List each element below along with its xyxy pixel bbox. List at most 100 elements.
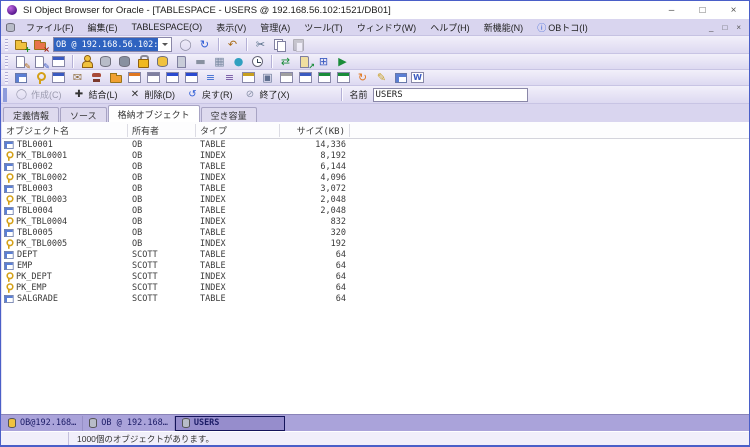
redo-log-icon[interactable]: ▬ xyxy=(192,54,209,69)
script-editor-icon[interactable]: ✎ xyxy=(31,54,48,69)
table-row[interactable]: PK_TBL0002OBINDEX4,096 xyxy=(2,172,749,183)
table-row[interactable]: EMPSCOTTTABLE64 xyxy=(2,260,749,271)
view-icon[interactable] xyxy=(50,70,67,85)
sql-loader-icon[interactable]: ⊞ xyxy=(315,54,332,69)
toolbar-grip[interactable] xyxy=(5,39,8,51)
user-icon[interactable] xyxy=(78,54,95,69)
import-icon[interactable]: ⇄ xyxy=(277,54,294,69)
table-row[interactable]: TBL0005OBTABLE320 xyxy=(2,227,749,238)
materialized-view-icon[interactable]: ≡ xyxy=(221,70,238,85)
taskbar-session-2[interactable]: OB @ 192.168… xyxy=(83,416,175,431)
cluster-icon[interactable] xyxy=(107,70,124,85)
refresh-all-icon[interactable]: ↻ xyxy=(354,70,371,85)
index-icon[interactable] xyxy=(31,70,48,85)
dblink-icon[interactable]: ● xyxy=(230,54,247,69)
undo-icon[interactable]: ↶ xyxy=(224,37,241,52)
table-row[interactable]: PK_TBL0003OBINDEX2,048 xyxy=(2,194,749,205)
session-monitor-icon[interactable] xyxy=(50,54,67,69)
disconnect-icon[interactable]: × xyxy=(31,37,48,52)
connection-combobox[interactable]: OB @ 192.168.56.102:152 xyxy=(53,37,172,52)
menu-view[interactable]: 表示(V) xyxy=(209,21,253,34)
column-header-1[interactable]: 所有者 xyxy=(128,124,196,137)
shortcut-icon[interactable] xyxy=(297,70,314,85)
table-row[interactable]: TBL0002OBTABLE6,144 xyxy=(2,161,749,172)
tab-definition[interactable]: 定義情報 xyxy=(3,107,59,122)
table-row[interactable]: TBL0004OBTABLE2,048 xyxy=(2,205,749,216)
table-icon[interactable] xyxy=(12,70,29,85)
datafile-icon[interactable] xyxy=(173,54,190,69)
procedure-icon[interactable] xyxy=(126,70,143,85)
menu-edit[interactable]: 編集(E) xyxy=(81,21,125,34)
edit-tool-icon[interactable]: ✎ xyxy=(373,70,390,85)
menu-file[interactable]: ファイル(F) xyxy=(19,21,81,34)
mdi-restore-button[interactable]: □ xyxy=(722,23,727,32)
mdi-close-button[interactable]: × xyxy=(736,23,741,32)
revert-button[interactable]: ↺戻す(R) xyxy=(186,87,233,102)
menu-tablespace[interactable]: TABLESPACE(O) xyxy=(125,22,210,32)
toolbar-grip[interactable] xyxy=(5,56,8,68)
taskbar-session-1[interactable]: OB@192.168… xyxy=(2,416,83,431)
table-row[interactable]: PK_TBL0001OBINDEX8,192 xyxy=(2,150,749,161)
table-row[interactable]: PK_DEPTSCOTTINDEX64 xyxy=(2,271,749,282)
dbms-package-icon[interactable]: ▣ xyxy=(259,70,276,85)
connect-icon[interactable]: + xyxy=(12,37,29,52)
tab-free-space[interactable]: 空き容量 xyxy=(201,107,257,122)
copy-icon[interactable] xyxy=(271,37,288,52)
trigger-icon[interactable] xyxy=(240,70,257,85)
tab-source[interactable]: ソース xyxy=(60,107,107,122)
database-icon[interactable] xyxy=(97,54,114,69)
menu-obtoko[interactable]: ⓘOBトコ(I) xyxy=(530,21,595,34)
package-body-icon[interactable] xyxy=(183,70,200,85)
name-input[interactable] xyxy=(373,88,528,102)
sequence-icon[interactable]: ≡ xyxy=(202,70,219,85)
data-transfer-icon[interactable]: ▶ xyxy=(334,54,351,69)
action-bar-grip[interactable] xyxy=(3,88,7,102)
chevron-down-icon[interactable] xyxy=(158,38,171,51)
minimize-button[interactable]: – xyxy=(656,1,687,19)
table-row[interactable]: PK_TBL0004OBINDEX832 xyxy=(2,216,749,227)
wrap-tool-icon[interactable]: W xyxy=(411,72,424,83)
package-icon[interactable]: ▦ xyxy=(211,54,228,69)
synonym-icon[interactable] xyxy=(88,70,105,85)
menu-help[interactable]: ヘルプ(H) xyxy=(423,21,477,34)
table-row[interactable]: PK_EMPSCOTTINDEX64 xyxy=(2,282,749,293)
table-row[interactable]: TBL0001OBTABLE14,336 xyxy=(2,139,749,150)
package-window-icon[interactable] xyxy=(164,70,181,85)
rollback-segment-icon[interactable] xyxy=(154,54,171,69)
sql-editor-icon[interactable]: ✎ xyxy=(12,54,29,69)
server-icon[interactable] xyxy=(116,54,133,69)
refresh-connection-icon[interactable]: ↻ xyxy=(196,37,213,52)
repository-icon[interactable] xyxy=(335,70,352,85)
menu-new-features[interactable]: 新機能(N) xyxy=(477,21,531,34)
menu-admin[interactable]: 管理(A) xyxy=(253,21,297,34)
table-row[interactable]: TBL0003OBTABLE3,072 xyxy=(2,183,749,194)
table-row[interactable]: DEPTSCOTTTABLE64 xyxy=(2,249,749,260)
table-row[interactable]: PK_TBL0005OBINDEX192 xyxy=(2,238,749,249)
maximize-button[interactable]: □ xyxy=(687,1,718,19)
snapshot-icon[interactable]: ✉ xyxy=(69,70,86,85)
menu-tools[interactable]: ツール(T) xyxy=(297,21,350,34)
toolbar-grip[interactable] xyxy=(5,72,8,84)
cut-icon[interactable]: ✂ xyxy=(252,37,269,52)
table-row[interactable]: SALGRADESCOTTTABLE64 xyxy=(2,293,749,304)
delete-button[interactable]: ✕削除(D) xyxy=(129,87,176,102)
close-button[interactable]: ⊘終了(X) xyxy=(244,87,290,102)
function-icon[interactable] xyxy=(145,70,162,85)
close-button[interactable]: × xyxy=(718,1,749,19)
column-header-0[interactable]: オブジェクト名 xyxy=(2,124,128,137)
lock-icon[interactable] xyxy=(135,54,152,69)
recycle-bin-icon[interactable] xyxy=(278,70,295,85)
column-header-3[interactable]: サイズ(KB) xyxy=(280,124,350,137)
compare-table-icon[interactable] xyxy=(392,70,409,85)
menu-window[interactable]: ウィンドウ(W) xyxy=(350,21,424,34)
java-source-icon[interactable] xyxy=(316,70,333,85)
coalesce-button[interactable]: ✚結合(L) xyxy=(73,87,118,102)
export-icon[interactable]: ↗ xyxy=(296,54,313,69)
column-header-2[interactable]: タイプ xyxy=(196,124,280,137)
tab-stored-objects[interactable]: 格納オブジェクト xyxy=(108,105,200,122)
job-queue-icon[interactable] xyxy=(249,54,266,69)
mdi-minimize-button[interactable]: _ xyxy=(709,23,713,32)
taskbar-users-window[interactable]: USERS xyxy=(175,416,285,431)
paste-icon[interactable] xyxy=(290,37,307,52)
object-list-icon[interactable]: ◯ xyxy=(177,37,194,52)
